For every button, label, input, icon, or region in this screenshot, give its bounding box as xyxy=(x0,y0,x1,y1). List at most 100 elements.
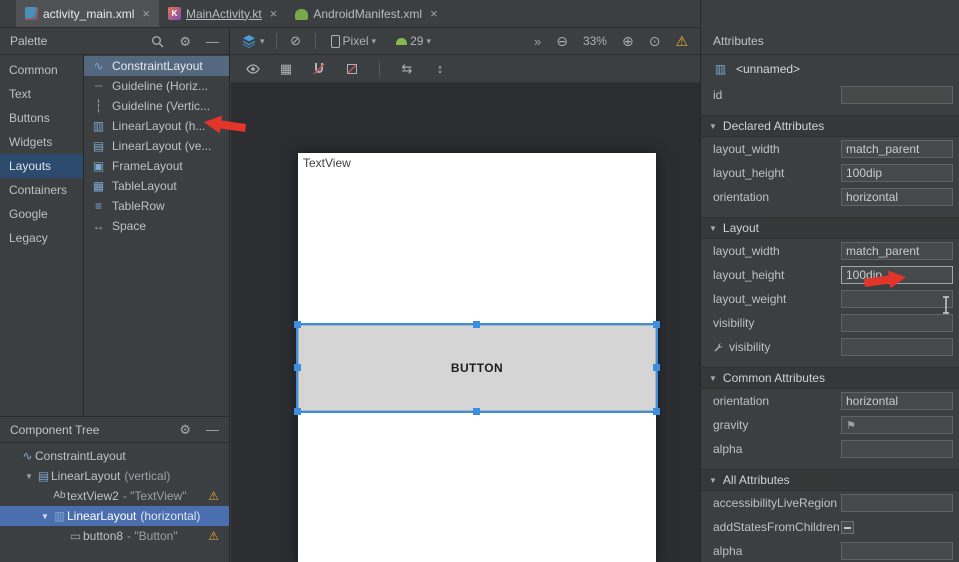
layout_width-field[interactable]: match_parent xyxy=(841,242,953,260)
section-header-layout[interactable]: ▼Layout xyxy=(701,217,959,239)
zoom-in-button[interactable]: ⊕ xyxy=(622,33,634,50)
orientation-field[interactable]: horizontal xyxy=(841,188,953,206)
palette-item-constraintlayout[interactable]: ∿ConstraintLayout xyxy=(84,56,229,76)
gear-icon[interactable]: ⚙ xyxy=(179,423,191,436)
close-tab-icon[interactable]: × xyxy=(430,7,438,20)
pack-horizontal-icon[interactable]: ⇆ xyxy=(399,61,415,77)
accessibilityLiveRegion-field[interactable] xyxy=(841,494,953,512)
tree-item-textview2[interactable]: AbtextView2- "TextView"⚠ xyxy=(0,486,229,506)
close-tab-icon[interactable]: × xyxy=(142,7,150,20)
android-icon xyxy=(396,38,407,45)
palette-category-containers[interactable]: Containers xyxy=(0,178,83,202)
search-icon[interactable] xyxy=(151,35,164,48)
attribute-label-text: layout_weight xyxy=(713,292,786,306)
design-surface-toolbar: ▦ ⇆ ↕ xyxy=(231,55,700,83)
tree-item-label: textView2 xyxy=(67,489,119,503)
clear-constraints-icon[interactable] xyxy=(344,61,360,77)
palette-item-label: TableRow xyxy=(112,199,165,213)
linearlayout-horizontal-icon: ▥ xyxy=(91,120,106,132)
blueprint-mode-icon[interactable]: ▦ xyxy=(278,61,294,77)
palette-category-google[interactable]: Google xyxy=(0,202,83,226)
palette-category-layouts[interactable]: Layouts xyxy=(0,154,83,178)
toolbar-overflow-button[interactable]: » xyxy=(534,34,541,49)
linearlayout-vertical-icon: ▤ xyxy=(36,470,51,482)
expand-arrow-icon[interactable]: ▼ xyxy=(22,472,36,481)
design-surface-mode-button[interactable]: ▾ xyxy=(241,33,265,49)
section-header-all-attributes[interactable]: ▼All Attributes xyxy=(701,469,959,491)
layout_weight-field[interactable] xyxy=(841,290,953,308)
palette-category-text[interactable]: Text xyxy=(0,82,83,106)
textview-widget[interactable]: TextView xyxy=(303,156,351,170)
expand-arrow-icon[interactable]: ▼ xyxy=(38,512,52,521)
button-widget[interactable]: BUTTON xyxy=(298,325,656,411)
section-header-declared-attributes[interactable]: ▼Declared Attributes xyxy=(701,115,959,137)
palette-item-space[interactable]: ↔Space xyxy=(84,216,229,236)
chevron-down-icon: ▾ xyxy=(372,36,377,47)
palette-item-linearlayout-ve-[interactable]: ▤LinearLayout (ve... xyxy=(84,136,229,156)
attribute-row-alpha: alpha xyxy=(701,437,959,461)
api-level-selector[interactable]: 29 ▾ xyxy=(396,34,431,48)
alpha-field[interactable] xyxy=(841,542,953,560)
visibility-field[interactable] xyxy=(841,314,953,332)
tree-item-linearlayout[interactable]: ▼▤LinearLayout(vertical) xyxy=(0,466,229,486)
palette-item-framelayout[interactable]: ▣FrameLayout xyxy=(84,156,229,176)
tree-item-linearlayout[interactable]: ▼▥LinearLayout(horizontal) xyxy=(0,506,229,526)
linearlayout-horizontal-icon: ▥ xyxy=(52,510,67,522)
tab-AndroidManifest.xml[interactable]: AndroidManifest.xml× xyxy=(286,0,446,27)
addStatesFromChildren-checkbox[interactable] xyxy=(841,521,854,534)
warning-icon[interactable]: ⚠ xyxy=(208,489,219,503)
palette-item-guideline-horiz-[interactable]: ┄Guideline (Horiz... xyxy=(84,76,229,96)
zoom-to-fit-button[interactable]: ⊙ xyxy=(649,33,661,50)
palette-category-widgets[interactable]: Widgets xyxy=(0,130,83,154)
close-tab-icon[interactable]: × xyxy=(270,7,278,20)
alpha-field[interactable] xyxy=(841,440,953,458)
device-selector[interactable]: Pixel ▾ xyxy=(331,34,377,48)
view-options-eye-icon[interactable] xyxy=(245,61,261,77)
attribute-label: layout_height xyxy=(713,166,841,180)
expand-vertical-icon[interactable]: ↕ xyxy=(432,61,448,77)
attribute-label-text: orientation xyxy=(713,394,769,408)
warning-icon[interactable]: ⚠ xyxy=(208,529,219,543)
palette-item-label: LinearLayout (ve... xyxy=(112,139,211,153)
gravity-field[interactable]: ⚑ xyxy=(841,416,953,434)
layout_height-field[interactable]: 100dip xyxy=(841,266,953,284)
hide-panel-icon[interactable]: — xyxy=(206,35,219,48)
palette-category-legacy[interactable]: Legacy xyxy=(0,226,83,250)
design-canvas[interactable]: TextView BUTTON xyxy=(231,83,700,562)
guideline-vertical-icon: ┆ xyxy=(91,100,106,112)
attribute-row-gravity: gravity⚑ xyxy=(701,413,959,437)
palette-item-guideline-vertic-[interactable]: ┆Guideline (Vertic... xyxy=(84,96,229,116)
visibility-field[interactable] xyxy=(841,338,953,356)
palette-category-common[interactable]: Common xyxy=(0,58,83,82)
theme-button[interactable]: ⊘ xyxy=(288,33,304,49)
warnings-button[interactable]: ⚠ xyxy=(675,33,688,50)
selected-component-name: <unnamed> xyxy=(736,62,800,76)
tab-label: MainActivity.kt xyxy=(186,7,262,21)
attribute-label: id xyxy=(713,88,841,102)
orientation-field[interactable]: horizontal xyxy=(841,392,953,410)
hide-panel-icon[interactable]: — xyxy=(206,423,219,436)
section-header-common-attributes[interactable]: ▼Common Attributes xyxy=(701,367,959,389)
palette-item-tablelayout[interactable]: ▦TableLayout xyxy=(84,176,229,196)
gear-icon[interactable]: ⚙ xyxy=(179,35,191,48)
tree-item-constraintlayout[interactable]: ∿ConstraintLayout xyxy=(0,446,229,466)
tab-activity_main.xml[interactable]: activity_main.xml× xyxy=(16,0,159,27)
device-artboard[interactable]: TextView BUTTON xyxy=(298,153,656,562)
attribute-label: visibility xyxy=(713,340,841,354)
no-theme-icon: ⊘ xyxy=(288,33,304,49)
palette-item-linearlayout-h-[interactable]: ▥LinearLayout (h... xyxy=(84,116,229,136)
attribute-row-layout_width: layout_widthmatch_parent xyxy=(701,239,959,263)
zoom-out-button[interactable]: ⊖ xyxy=(556,33,568,50)
tab-MainActivity.kt[interactable]: KMainActivity.kt× xyxy=(159,0,286,27)
palette-item-tablerow[interactable]: ≡TableRow xyxy=(84,196,229,216)
palette-category-buttons[interactable]: Buttons xyxy=(0,106,83,130)
guideline-horizontal-icon: ┄ xyxy=(91,80,106,92)
layout_width-field[interactable]: match_parent xyxy=(841,140,953,158)
layout_height-field[interactable]: 100dip xyxy=(841,164,953,182)
id-field[interactable] xyxy=(841,86,953,104)
component-tree-header: Component Tree ⚙ — xyxy=(0,416,229,443)
tree-item-button8[interactable]: ▭button8- "Button"⚠ xyxy=(0,526,229,546)
attribute-row-id: id xyxy=(701,83,959,107)
field-value: horizontal xyxy=(846,190,898,204)
autoconnect-off-magnet-icon[interactable] xyxy=(311,61,327,77)
